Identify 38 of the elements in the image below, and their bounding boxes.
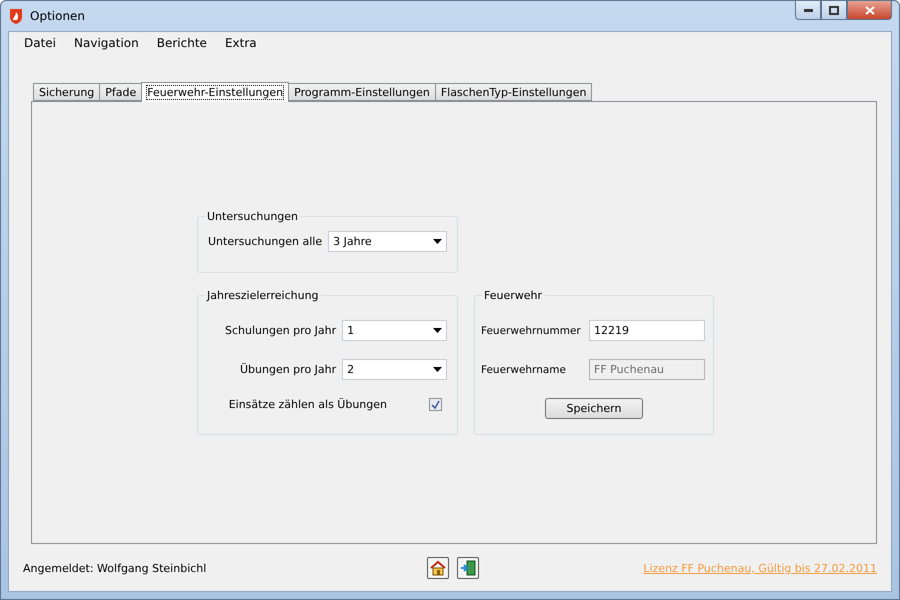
dropdown-arrow-icon: [433, 367, 442, 372]
dropdown-arrow-icon: [433, 239, 442, 244]
exit-door-icon[interactable]: [457, 557, 479, 579]
tab[interactable]: FlaschenTyp-Einstellungen: [434, 83, 592, 101]
text-field[interactable]: 12219: [589, 320, 705, 341]
minimize-icon: [804, 8, 812, 12]
minimize-button[interactable]: [795, 1, 821, 20]
field-label: Untersuchungen alle: [208, 235, 322, 248]
home-icon[interactable]: [427, 557, 449, 579]
dropdown-arrow-icon: [433, 328, 442, 333]
dropdown[interactable]: 2: [342, 359, 447, 380]
field-label: Schulungen pro Jahr: [224, 324, 336, 337]
window-title: Optionen: [30, 9, 86, 23]
menu-item[interactable]: Datei: [17, 36, 64, 52]
dropdown[interactable]: 3 Jahre: [328, 231, 447, 252]
menu-item[interactable]: Navigation: [67, 36, 146, 52]
close-icon: [864, 6, 874, 14]
tab[interactable]: Programm-Einstellungen: [288, 83, 436, 101]
group-title: Jahreszielerreichung: [206, 289, 320, 302]
menu-item[interactable]: Extra: [218, 36, 264, 52]
maximize-button[interactable]: [821, 1, 847, 20]
field-label: Feuerwehrnummer: [481, 324, 582, 336]
group-title: Untersuchungen: [206, 210, 300, 223]
group-title: Feuerwehr: [483, 289, 544, 302]
close-button[interactable]: [847, 1, 892, 20]
field-label: Übungen pro Jahr: [238, 363, 336, 376]
menu-item[interactable]: Berichte: [150, 36, 214, 52]
app-logo-icon: [8, 8, 24, 24]
dropdown[interactable]: 1: [342, 320, 447, 341]
field-label: Feuerwehrname: [481, 364, 567, 376]
save-button[interactable]: Speichern: [545, 398, 643, 419]
tab[interactable]: Pfade: [99, 83, 142, 101]
checkbox-label: Einsätze zählen als Übungen: [228, 398, 387, 411]
status-text: Angemeldet: Wolfgang Steinbichl: [23, 562, 206, 574]
checkbox[interactable]: [429, 398, 442, 411]
tab[interactable]: Sicherung: [33, 83, 100, 101]
tab[interactable]: Feuerwehr-Einstellungen: [141, 82, 290, 102]
maximize-icon: [829, 6, 839, 14]
